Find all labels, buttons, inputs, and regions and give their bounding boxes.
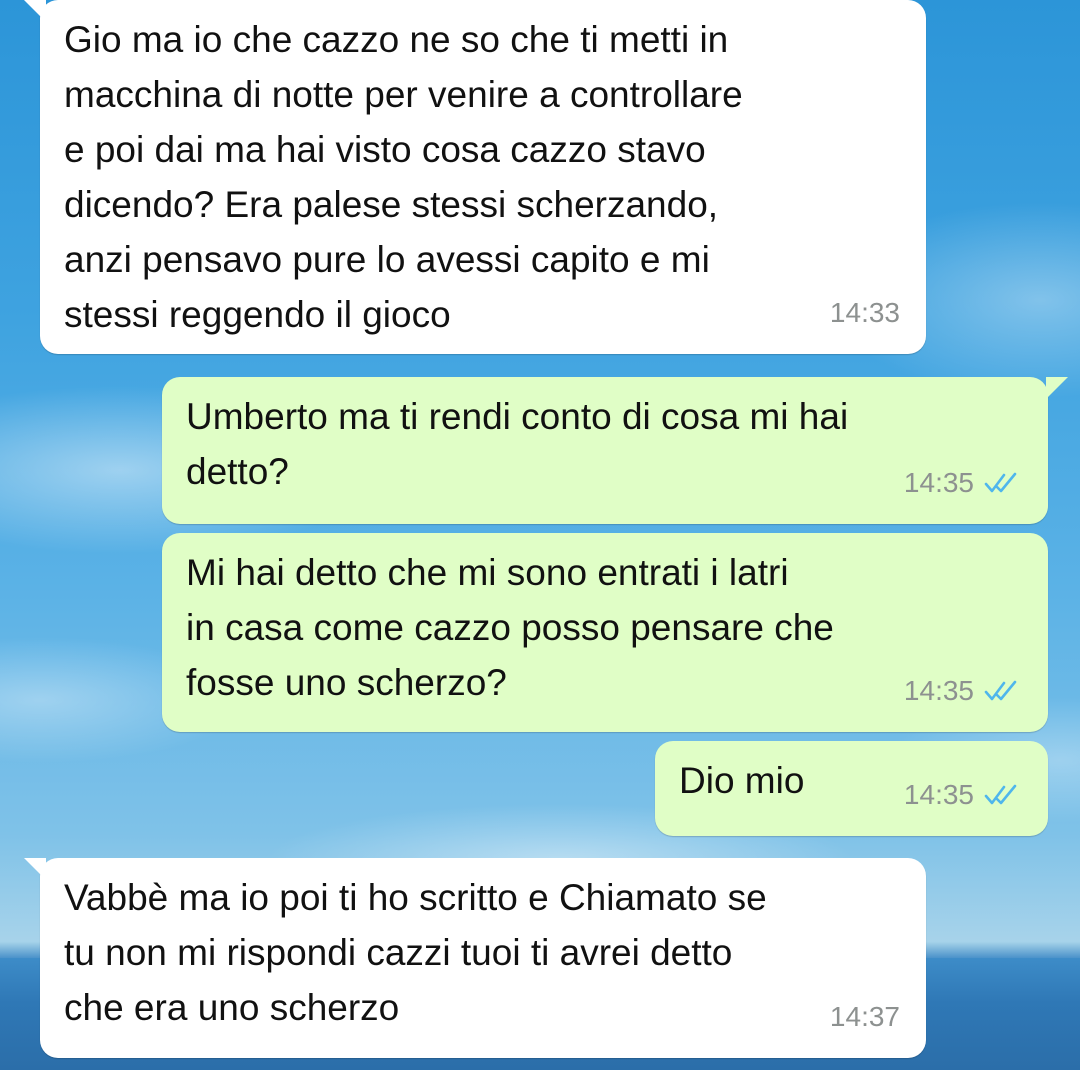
message-text: Dio mio	[679, 760, 805, 801]
message-bubble-incoming[interactable]: Vabbè ma io poi ti ho scritto e Chiamato…	[24, 858, 926, 1058]
message-meta: 14:35	[904, 455, 1022, 510]
bubble-tail	[1046, 377, 1068, 399]
message-timestamp: 14:35	[903, 779, 974, 810]
message-timestamp: 14:35	[903, 675, 974, 706]
message-meta: 14:35	[904, 767, 1022, 822]
message-timestamp: 14:33	[829, 297, 900, 328]
message-bubble-outgoing[interactable]: Mi hai detto che mi sono entrati i latri…	[162, 533, 1048, 732]
message-timestamp: 14:37	[829, 1001, 900, 1032]
message-bubble-incoming[interactable]: Gio ma io che cazzo ne so che ti metti i…	[24, 0, 926, 354]
message-meta: 14:33	[830, 285, 900, 340]
message-text: Gio ma io che cazzo ne so che ti metti i…	[64, 19, 743, 335]
message-meta: 14:35	[904, 663, 1022, 718]
double-check-icon	[984, 472, 1017, 492]
bubble-tail	[24, 858, 46, 880]
double-check-icon	[984, 680, 1017, 700]
bubble-tail	[24, 0, 46, 22]
message-meta: 14:37	[830, 989, 900, 1044]
message-text: Vabbè ma io poi ti ho scritto e Chiamato…	[64, 877, 767, 1028]
message-text: Umberto ma ti rendi conto di cosa mi hai…	[186, 396, 849, 492]
message-bubble-outgoing[interactable]: Dio mio 14:35	[655, 741, 1048, 836]
message-text: Mi hai detto che mi sono entrati i latri…	[186, 552, 834, 703]
message-timestamp: 14:35	[903, 467, 974, 498]
double-check-icon	[984, 784, 1017, 804]
message-bubble-outgoing[interactable]: Umberto ma ti rendi conto di cosa mi hai…	[162, 377, 1068, 524]
